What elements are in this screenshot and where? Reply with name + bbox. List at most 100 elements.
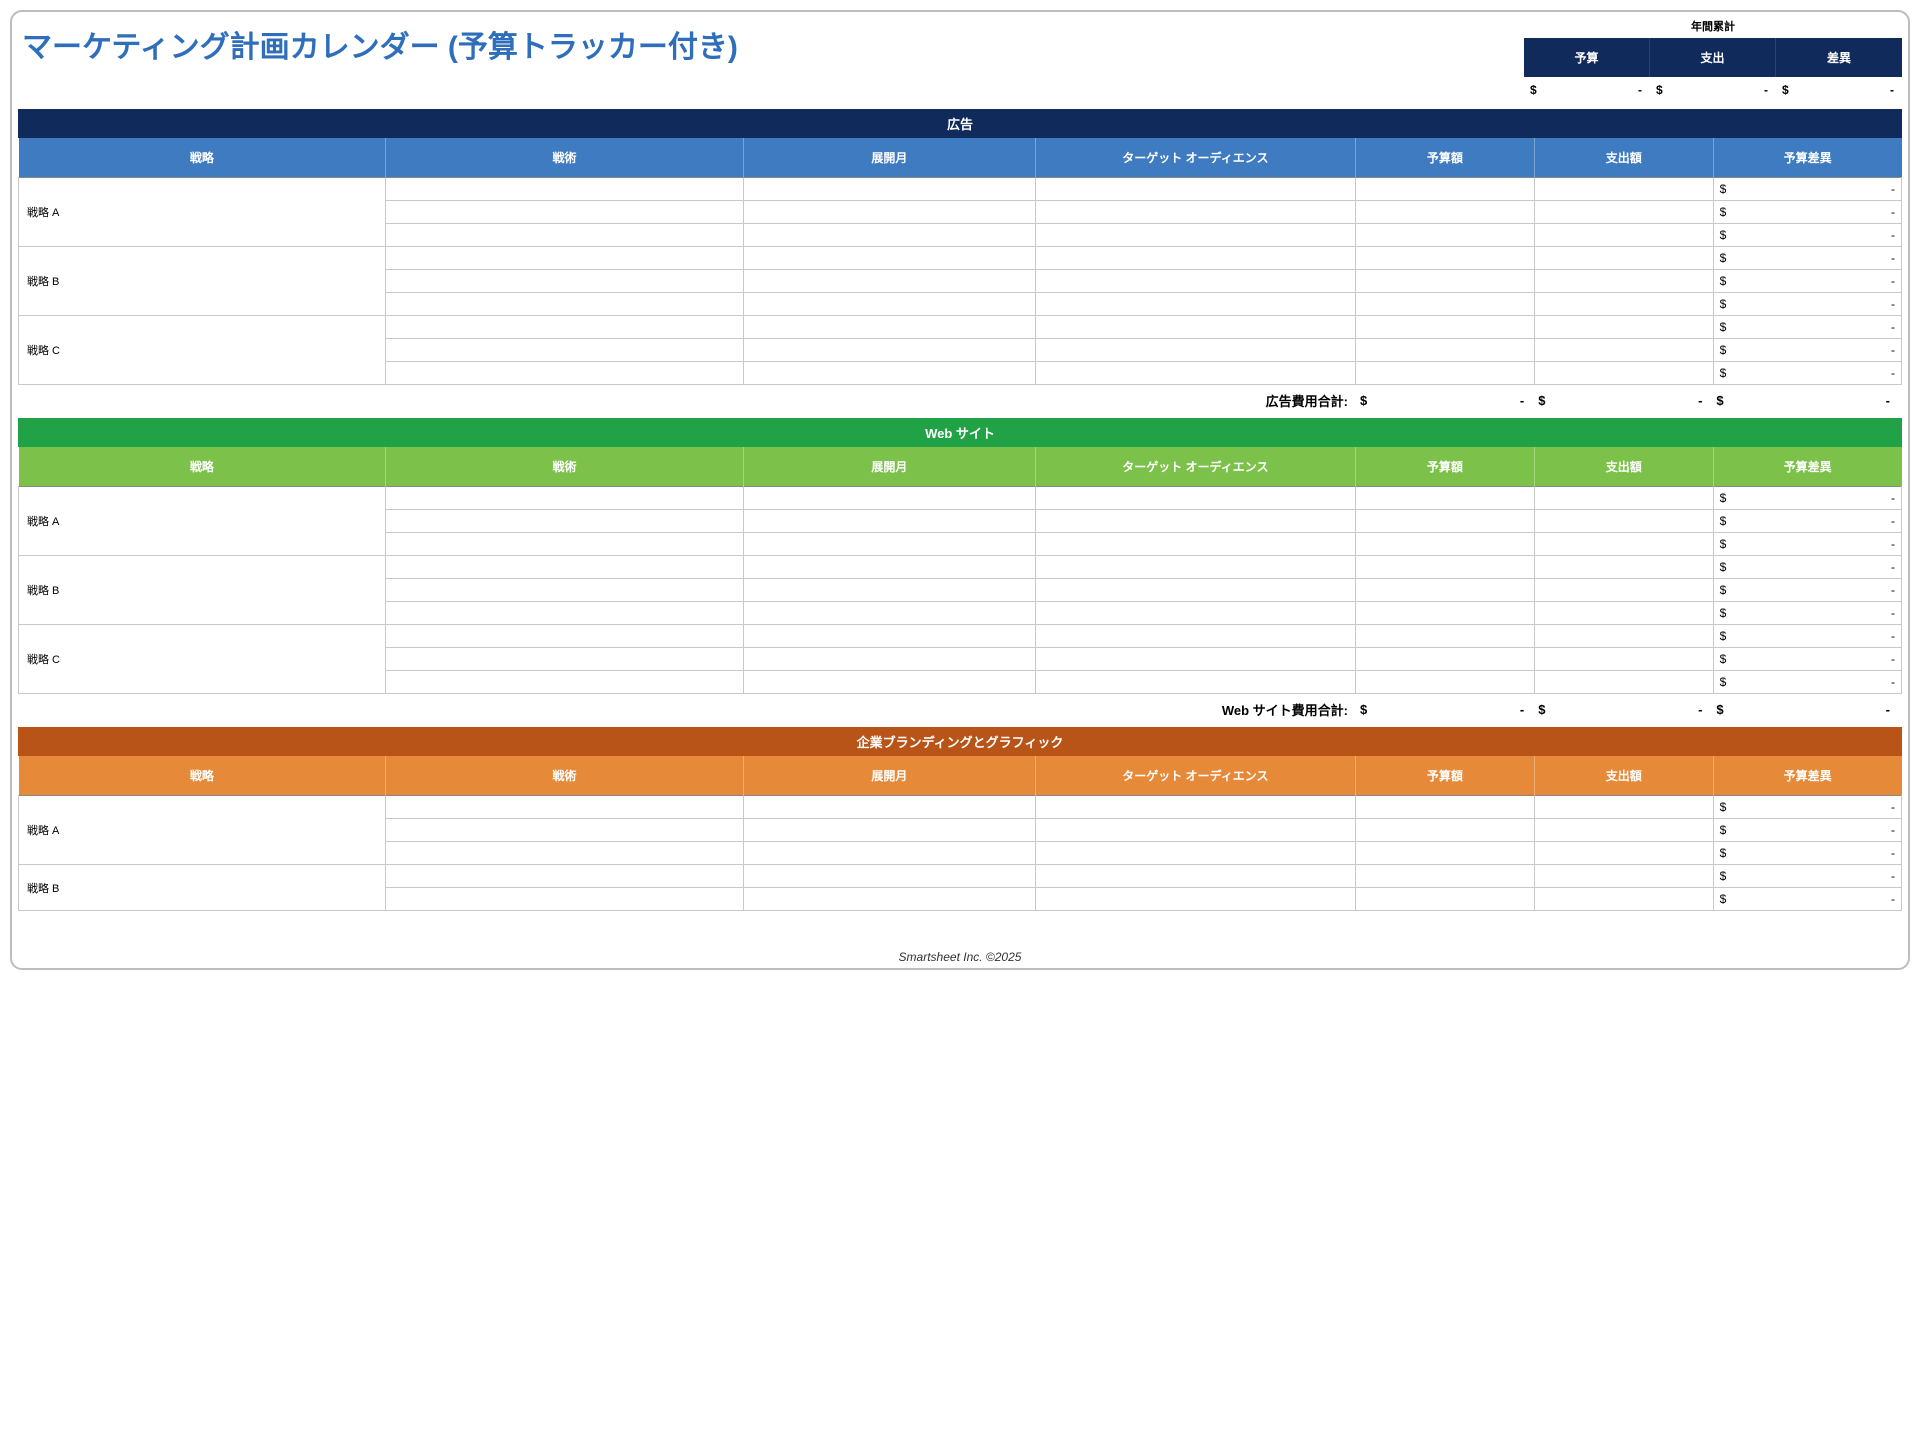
data-cell[interactable]: [1534, 201, 1713, 224]
variance-cell[interactable]: $-: [1713, 602, 1901, 625]
data-cell[interactable]: [743, 602, 1035, 625]
data-cell[interactable]: [386, 579, 744, 602]
data-cell[interactable]: [1035, 487, 1355, 510]
data-cell[interactable]: [386, 819, 744, 842]
variance-cell[interactable]: $-: [1713, 625, 1901, 648]
data-cell[interactable]: [1035, 178, 1355, 201]
strategy-cell[interactable]: 戦略 A: [19, 487, 386, 556]
strategy-cell[interactable]: 戦略 B: [19, 556, 386, 625]
data-cell[interactable]: [1355, 556, 1534, 579]
data-cell[interactable]: [1035, 224, 1355, 247]
variance-cell[interactable]: $-: [1713, 510, 1901, 533]
data-cell[interactable]: [1355, 842, 1534, 865]
data-cell[interactable]: [386, 533, 744, 556]
data-cell[interactable]: [1035, 201, 1355, 224]
variance-cell[interactable]: $-: [1713, 487, 1901, 510]
variance-cell[interactable]: $-: [1713, 556, 1901, 579]
data-cell[interactable]: [1534, 270, 1713, 293]
ytd-budget-value[interactable]: $ -: [1524, 77, 1650, 103]
data-cell[interactable]: [1355, 865, 1534, 888]
variance-cell[interactable]: $-: [1713, 224, 1901, 247]
subtotal-value[interactable]: $-: [1354, 393, 1532, 408]
data-cell[interactable]: [386, 888, 744, 911]
variance-cell[interactable]: $-: [1713, 579, 1901, 602]
data-cell[interactable]: [743, 201, 1035, 224]
data-cell[interactable]: [743, 556, 1035, 579]
variance-cell[interactable]: $-: [1713, 648, 1901, 671]
data-cell[interactable]: [1534, 888, 1713, 911]
data-cell[interactable]: [1355, 510, 1534, 533]
strategy-cell[interactable]: 戦略 A: [19, 178, 386, 247]
data-cell[interactable]: [743, 796, 1035, 819]
data-cell[interactable]: [1534, 510, 1713, 533]
strategy-cell[interactable]: 戦略 A: [19, 796, 386, 865]
data-cell[interactable]: [1035, 556, 1355, 579]
data-cell[interactable]: [1534, 579, 1713, 602]
data-cell[interactable]: [1534, 224, 1713, 247]
data-cell[interactable]: [743, 671, 1035, 694]
data-cell[interactable]: [1355, 888, 1534, 911]
data-cell[interactable]: [1534, 819, 1713, 842]
data-cell[interactable]: [1035, 339, 1355, 362]
data-cell[interactable]: [1035, 316, 1355, 339]
data-cell[interactable]: [1534, 602, 1713, 625]
data-cell[interactable]: [1355, 487, 1534, 510]
variance-cell[interactable]: $-: [1713, 293, 1901, 316]
data-cell[interactable]: [1035, 533, 1355, 556]
data-cell[interactable]: [1534, 178, 1713, 201]
data-cell[interactable]: [1355, 293, 1534, 316]
data-cell[interactable]: [1035, 362, 1355, 385]
variance-cell[interactable]: $-: [1713, 178, 1901, 201]
data-cell[interactable]: [1035, 865, 1355, 888]
data-cell[interactable]: [1035, 671, 1355, 694]
data-cell[interactable]: [1035, 602, 1355, 625]
data-cell[interactable]: [386, 270, 744, 293]
data-cell[interactable]: [1035, 293, 1355, 316]
data-cell[interactable]: [1035, 796, 1355, 819]
variance-cell[interactable]: $-: [1713, 865, 1901, 888]
data-cell[interactable]: [1035, 842, 1355, 865]
data-cell[interactable]: [1355, 602, 1534, 625]
data-cell[interactable]: [1355, 224, 1534, 247]
data-cell[interactable]: [743, 625, 1035, 648]
data-cell[interactable]: [1035, 888, 1355, 911]
data-cell[interactable]: [1355, 625, 1534, 648]
data-cell[interactable]: [743, 224, 1035, 247]
data-cell[interactable]: [1035, 247, 1355, 270]
subtotal-value[interactable]: $-: [1532, 702, 1710, 717]
strategy-cell[interactable]: 戦略 C: [19, 625, 386, 694]
data-cell[interactable]: [1355, 270, 1534, 293]
data-cell[interactable]: [1355, 671, 1534, 694]
data-cell[interactable]: [743, 362, 1035, 385]
variance-cell[interactable]: $-: [1713, 316, 1901, 339]
data-cell[interactable]: [743, 819, 1035, 842]
data-cell[interactable]: [1534, 339, 1713, 362]
variance-cell[interactable]: $-: [1713, 819, 1901, 842]
data-cell[interactable]: [386, 648, 744, 671]
variance-cell[interactable]: $-: [1713, 201, 1901, 224]
data-cell[interactable]: [386, 224, 744, 247]
strategy-cell[interactable]: 戦略 B: [19, 865, 386, 911]
data-cell[interactable]: [1534, 796, 1713, 819]
data-cell[interactable]: [1355, 648, 1534, 671]
data-cell[interactable]: [386, 339, 744, 362]
data-cell[interactable]: [743, 865, 1035, 888]
variance-cell[interactable]: $-: [1713, 796, 1901, 819]
data-cell[interactable]: [743, 510, 1035, 533]
data-cell[interactable]: [386, 201, 744, 224]
data-cell[interactable]: [1534, 316, 1713, 339]
data-cell[interactable]: [386, 178, 744, 201]
data-cell[interactable]: [743, 270, 1035, 293]
data-cell[interactable]: [743, 533, 1035, 556]
data-cell[interactable]: [743, 648, 1035, 671]
variance-cell[interactable]: $-: [1713, 270, 1901, 293]
data-cell[interactable]: [743, 293, 1035, 316]
subtotal-value[interactable]: $-: [1710, 702, 1898, 717]
data-cell[interactable]: [386, 671, 744, 694]
data-cell[interactable]: [386, 865, 744, 888]
data-cell[interactable]: [386, 362, 744, 385]
data-cell[interactable]: [1534, 533, 1713, 556]
data-cell[interactable]: [1035, 510, 1355, 533]
data-cell[interactable]: [386, 510, 744, 533]
data-cell[interactable]: [1534, 293, 1713, 316]
